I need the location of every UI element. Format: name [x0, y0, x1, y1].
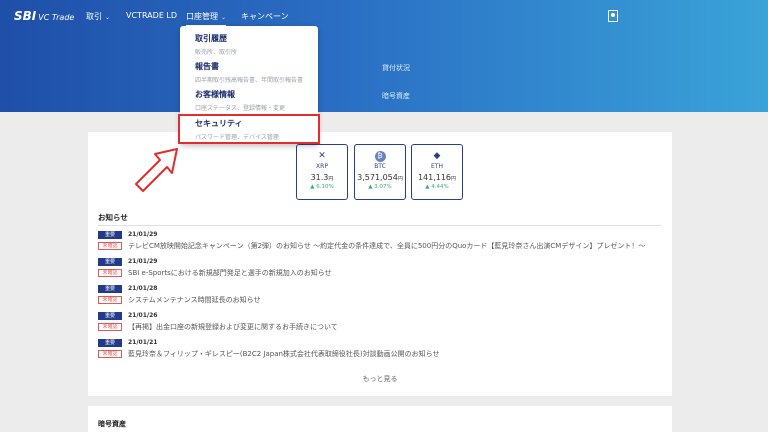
coin-card-xrp[interactable]: ✕ XRP 31.3円 ▲ 6.10% — [296, 144, 348, 200]
menu-item-desc: 販売所、取引所 — [195, 49, 238, 56]
news-item[interactable]: 重要 未確認 21/01/29 テレビCM放映開始記念キャンペーン（第2弾）のお… — [98, 229, 662, 256]
coin-change: ▲ 6.10% — [310, 184, 334, 190]
menu-item-title: 報告書 — [195, 62, 219, 71]
news-title-link[interactable]: SBI e-Sportsにおける新規部門発足と選手の新規加入のお知らせ — [128, 268, 662, 278]
coin-price-unit: 円 — [328, 176, 334, 182]
coin-price: 141,116円 — [412, 173, 462, 182]
menu-item-title: お客様情報 — [195, 90, 235, 99]
coin-symbol: ETH — [431, 163, 443, 170]
xrp-icon: ✕ — [318, 151, 326, 161]
hero-link-crypto[interactable]: 暗号資産 — [382, 91, 410, 101]
news-date: 21/01/28 — [128, 285, 158, 292]
coin-price: 31.3円 — [297, 173, 347, 182]
menu-item-desc: 四半期取引残高報告書、年間取引報告書 — [195, 77, 304, 84]
nav-item-label: 口座管理 — [186, 12, 218, 21]
status-badge: 未確認 — [98, 323, 122, 331]
coin-change: ▲ 3.07% — [368, 184, 392, 190]
chevron-down-icon: ⌄ — [221, 14, 227, 21]
news-date: 21/01/29 — [128, 231, 158, 238]
category-badge: 重要 — [98, 339, 122, 347]
security-highlight-box — [178, 114, 320, 144]
more-news-link[interactable]: もっと見る — [88, 374, 672, 384]
status-badge: 未確認 — [98, 350, 122, 358]
hero-link-lending[interactable]: 貸付状況 — [382, 63, 410, 73]
logo-text: SBI — [14, 9, 37, 23]
nav-item-vctrade-ld[interactable]: VCTRADE LD — [126, 11, 177, 20]
assets-panel: 暗号資産 — [88, 406, 672, 432]
menu-item-desc: 口座ステータス、登録情報・変更 — [195, 105, 286, 112]
menu-item-title: 取引履歴 — [195, 34, 227, 43]
sbi-logo[interactable]: SBI VC Trade — [14, 9, 74, 23]
btc-icon: ₿ — [374, 151, 386, 162]
news-title-link[interactable]: 藍見玲奈＆フィリップ・ギレスピー(B2C2 Japan株式会社代表取締役社長)対… — [128, 349, 662, 359]
logo-subtext: VC Trade — [38, 13, 75, 22]
news-date: 21/01/21 — [128, 339, 158, 346]
category-badge: 重要 — [98, 285, 122, 293]
news-date: 21/01/26 — [128, 312, 158, 319]
menu-item-customer-info[interactable]: お客様情報 口座ステータス、登録情報・変更 — [195, 89, 285, 112]
coin-card-eth[interactable]: ◆ ETH 141,116円 ▲ 4.44% — [411, 144, 463, 200]
status-badge: 未確認 — [98, 296, 122, 304]
coin-price-unit: 円 — [397, 176, 403, 182]
nav-item-trade[interactable]: 取引 ⌄ — [86, 11, 110, 22]
coin-price-value: 141,116 — [417, 173, 452, 182]
nav-item-account-management[interactable]: 口座管理 ⌄ — [186, 11, 227, 26]
news-title-link[interactable]: システムメンテナンス時間延長のお知らせ — [128, 295, 662, 305]
coin-price: 3,571,054円 — [355, 173, 405, 182]
assets-heading: 暗号資産 — [98, 420, 126, 428]
top-navigation: SBI VC Trade 取引 ⌄ VCTRADE LD 口座管理 ⌄ キャンペーン — [0, 0, 768, 34]
news-item[interactable]: 重要 未確認 21/01/28 システムメンテナンス時間延長のお知らせ — [98, 283, 662, 310]
coin-symbol: XRP — [316, 163, 328, 170]
coin-change: ▲ 4.44% — [425, 184, 449, 190]
news-item[interactable]: 重要 未確認 21/01/26 【再掲】出金口座の新規登録および変更に関するお手… — [98, 310, 662, 337]
category-badge: 重要 — [98, 312, 122, 320]
news-item[interactable]: 重要 未確認 21/01/29 SBI e-Sportsにおける新規部門発足と選… — [98, 256, 662, 283]
coin-card-btc[interactable]: ₿ BTC 3,571,054円 ▲ 3.07% — [354, 144, 406, 200]
coin-price-unit: 円 — [451, 176, 457, 182]
coin-price-value: 3,571,054 — [357, 173, 398, 182]
nav-item-label: キャンペーン — [241, 12, 289, 21]
category-badge: 重要 — [98, 258, 122, 266]
nav-item-campaign[interactable]: キャンペーン — [241, 11, 289, 22]
news-title-link[interactable]: 【再掲】出金口座の新規登録および変更に関するお手続きについて — [128, 322, 662, 332]
menu-item-trade-history[interactable]: 取引履歴 販売所、取引所 — [195, 33, 237, 56]
eth-icon: ◆ — [433, 151, 441, 161]
news-heading: お知らせ — [98, 213, 128, 222]
menu-item-reports[interactable]: 報告書 四半期取引残高報告書、年間取引報告書 — [195, 61, 303, 84]
chevron-down-icon: ⌄ — [105, 14, 111, 21]
coin-symbol: BTC — [374, 163, 386, 170]
divider — [98, 225, 662, 226]
pointer-arrow-icon — [135, 148, 178, 192]
news-item[interactable]: 重要 未確認 21/01/21 藍見玲奈＆フィリップ・ギレスピー(B2C2 Ja… — [98, 337, 662, 364]
nav-item-label: 取引 — [86, 12, 102, 21]
user-card-icon[interactable] — [608, 10, 618, 22]
coin-price-value: 31.3 — [310, 173, 329, 182]
status-badge: 未確認 — [98, 269, 122, 277]
category-badge: 重要 — [98, 231, 122, 239]
news-date: 21/01/29 — [128, 258, 158, 265]
nav-item-label: VCTRADE LD — [126, 11, 178, 20]
status-badge: 未確認 — [98, 242, 122, 250]
news-title-link[interactable]: テレビCM放映開始記念キャンペーン（第2弾）のお知らせ ～約定代金の条件達成で、… — [128, 241, 662, 251]
